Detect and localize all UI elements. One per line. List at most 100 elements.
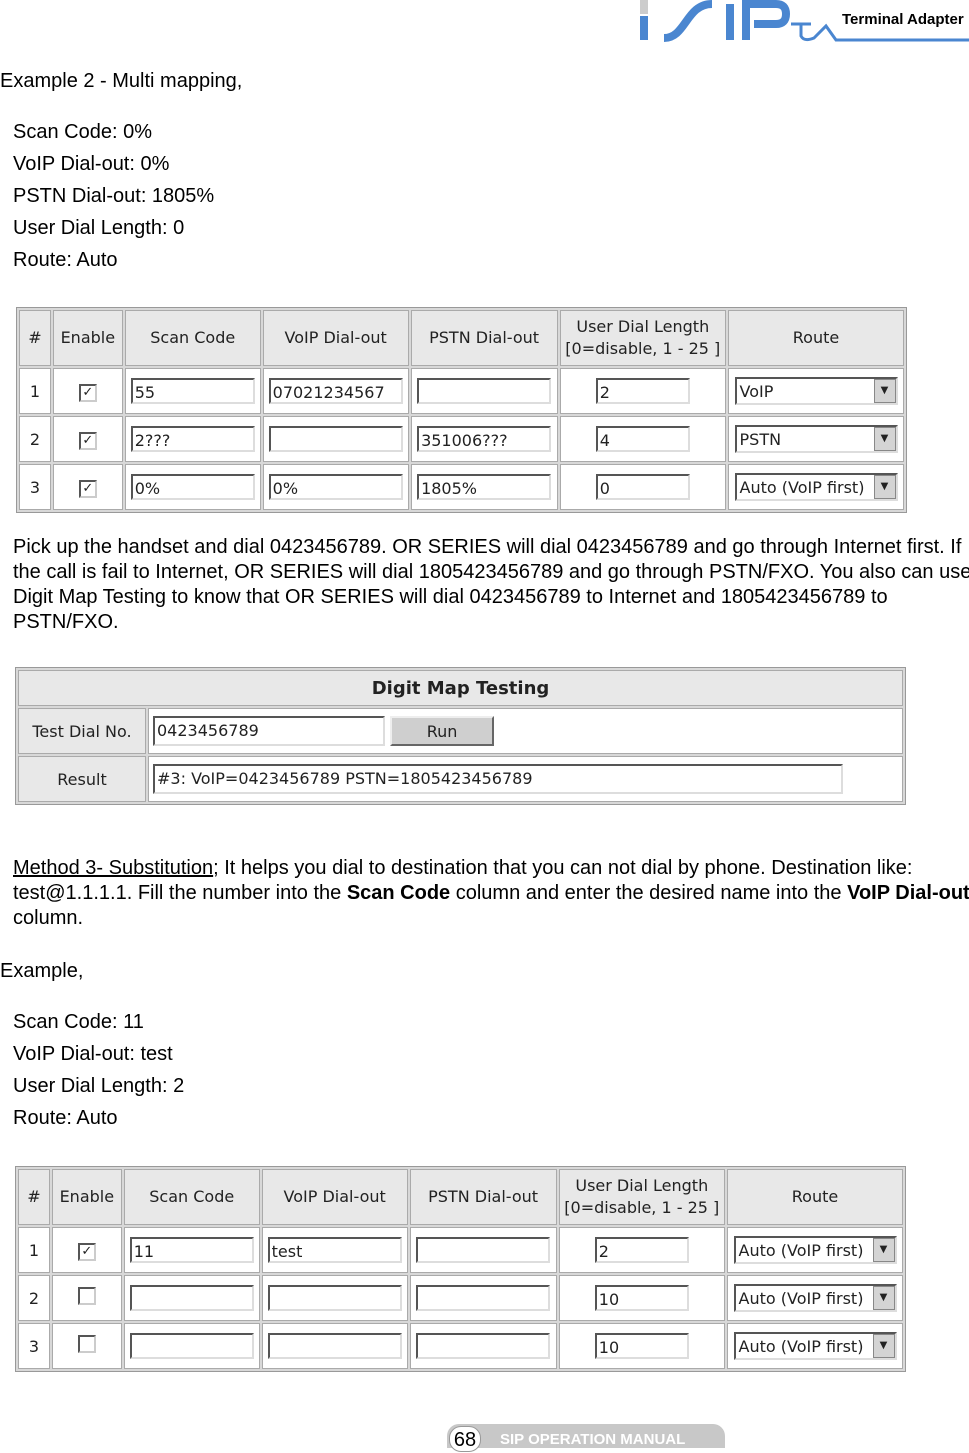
setting: Scan Code: 11 — [13, 1011, 144, 1033]
pstn-dialout-input[interactable]: 351006??? — [417, 426, 552, 452]
product-name: Terminal Adapter — [842, 11, 964, 28]
bold-term: VoIP Dial-out — [847, 882, 969, 904]
setting: Route: Auto — [13, 1107, 118, 1129]
pstn-dialout-input[interactable] — [416, 1333, 551, 1359]
digit-map-table-1: # Enable Scan Code VoIP Dial-out PSTN Dial-o… — [16, 307, 907, 513]
setting: Scan Code: 0% — [13, 121, 152, 143]
page-number: 68 — [449, 1426, 481, 1452]
text: column. — [13, 907, 84, 929]
column-header: VoIP Dial-out — [261, 1169, 408, 1225]
column-header: PSTN Dial-out — [409, 1169, 557, 1225]
route-select[interactable]: PSTN ▼ — [734, 425, 898, 453]
route-value: Auto (VoIP first) — [738, 1240, 864, 1260]
pstn-dialout-input[interactable] — [417, 378, 552, 404]
column-header: Enable — [52, 310, 123, 366]
scan-code-input[interactable]: 55 — [130, 378, 255, 404]
route-value: Auto (VoIP first) — [739, 477, 865, 497]
example2-title: Example 2 - Multi mapping, — [0, 70, 243, 92]
column-header: Scan Code — [123, 1169, 260, 1225]
column-header: VoIP Dial-out — [262, 310, 409, 366]
run-button[interactable]: Run — [390, 716, 495, 746]
method3-paragraph: Method 3- Substitution; It helps you dia… — [13, 856, 969, 931]
column-header: User Dial Length [0=disable, 1 - 25 ] — [559, 310, 727, 366]
row-number: 1 — [18, 1227, 50, 1273]
digit-map-table-2: # Enable Scan Code VoIP Dial-out PSTN Dial-o… — [15, 1166, 906, 1372]
route-select[interactable]: VoIP ▼ — [734, 377, 898, 405]
user-dial-length-input[interactable]: 2 — [595, 378, 690, 404]
voip-dialout-input[interactable] — [268, 426, 403, 452]
route-select[interactable]: Auto (VoIP first) ▼ — [733, 1284, 897, 1312]
column-header: Enable — [51, 1169, 122, 1225]
row-number: 2 — [18, 1275, 50, 1321]
test-dial-input[interactable]: 0423456789 — [153, 716, 385, 746]
voip-dialout-input[interactable]: test — [267, 1237, 402, 1263]
user-dial-length-input[interactable]: 0 — [595, 474, 690, 500]
chevron-down-icon: ▼ — [872, 1238, 895, 1262]
table-row: 3 ✓ 0% 0% 1805% 0 Auto (VoIP first) ▼ — [19, 464, 904, 510]
route-select[interactable]: Auto (VoIP first) ▼ — [733, 1236, 897, 1264]
table-row: 3 10 Auto (VoIP first) ▼ — [18, 1323, 903, 1369]
voip-dialout-input[interactable] — [267, 1285, 402, 1311]
route-value: Auto (VoIP first) — [738, 1336, 864, 1356]
table-row: 2 ✓ 2??? 351006??? 4 PSTN ▼ — [19, 416, 904, 462]
table-row: 2 10 Auto (VoIP first) ▼ — [18, 1275, 903, 1321]
method3-link: Method 3- Substitution — [13, 857, 214, 879]
result-label: Result — [18, 756, 146, 802]
scan-code-input[interactable]: 11 — [129, 1237, 254, 1263]
route-value: Auto (VoIP first) — [738, 1288, 864, 1308]
column-header: # — [18, 1169, 50, 1225]
example3-title: Example, — [0, 960, 84, 982]
column-header: Route — [727, 1169, 903, 1225]
scan-code-input[interactable] — [129, 1285, 254, 1311]
pstn-dialout-input[interactable]: 1805% — [417, 474, 552, 500]
column-header: User Dial Length [0=disable, 1 - 25 ] — [558, 1169, 726, 1225]
row-number: 3 — [18, 1323, 50, 1369]
scan-code-input[interactable] — [129, 1333, 254, 1359]
setting: PSTN Dial-out: 1805% — [13, 185, 215, 207]
chevron-down-icon: ▼ — [873, 475, 896, 499]
setting: VoIP Dial-out: test — [13, 1043, 173, 1065]
text: column and enter the desired name into t… — [450, 882, 848, 904]
digit-map-testing-panel: Digit Map Testing Test Dial No. 04234567… — [15, 667, 906, 805]
user-dial-length-input[interactable]: 10 — [594, 1285, 689, 1311]
table-row: 1 ✓ 55 07021234567 2 VoIP ▼ — [19, 368, 904, 414]
description-paragraph: Pick up the handset and dial 0423456789.… — [13, 536, 969, 633]
result-field[interactable]: #3: VoIP=0423456789 PSTN=1805423456789 — [153, 764, 843, 794]
route-select[interactable]: Auto (VoIP first) ▼ — [733, 1332, 897, 1360]
voip-dialout-input[interactable]: 07021234567 — [268, 378, 403, 404]
enable-checkbox[interactable] — [77, 1335, 96, 1353]
enable-checkbox[interactable]: ✓ — [78, 479, 97, 498]
row-number: 3 — [19, 464, 51, 510]
digit-map-testing-title: Digit Map Testing — [18, 670, 903, 706]
column-header: PSTN Dial-out — [410, 310, 558, 366]
route-select[interactable]: Auto (VoIP first) ▼ — [734, 473, 898, 501]
user-dial-length-input[interactable]: 2 — [594, 1237, 689, 1263]
chevron-down-icon: ▼ — [872, 1334, 895, 1358]
table-row: 1 ✓ 11 test 2 Auto (VoIP first) ▼ — [18, 1227, 903, 1273]
enable-checkbox[interactable]: ✓ — [77, 1242, 96, 1261]
test-dial-label: Test Dial No. — [18, 708, 146, 754]
setting: Route: Auto — [13, 249, 118, 271]
enable-checkbox[interactable]: ✓ — [78, 383, 97, 402]
bold-term: Scan Code — [346, 882, 451, 904]
setting: User Dial Length: 2 — [13, 1075, 185, 1097]
voip-dialout-input[interactable]: 0% — [268, 474, 403, 500]
scan-code-input[interactable]: 0% — [130, 474, 255, 500]
route-value: PSTN — [739, 429, 782, 449]
user-dial-length-input[interactable]: 10 — [594, 1333, 689, 1359]
scan-code-input[interactable]: 2??? — [130, 426, 255, 452]
pstn-dialout-input[interactable] — [416, 1237, 551, 1263]
setting: VoIP Dial-out: 0% — [13, 153, 170, 175]
enable-checkbox[interactable]: ✓ — [78, 431, 97, 450]
voip-dialout-input[interactable] — [267, 1333, 402, 1359]
user-dial-length-input[interactable]: 4 — [595, 426, 690, 452]
column-header: Scan Code — [124, 310, 261, 366]
column-header: # — [19, 310, 51, 366]
setting: User Dial Length: 0 — [13, 217, 185, 239]
row-number: 1 — [19, 368, 51, 414]
chevron-down-icon: ▼ — [872, 1286, 895, 1310]
pstn-dialout-input[interactable] — [416, 1285, 551, 1311]
enable-checkbox[interactable] — [77, 1287, 96, 1305]
example2-settings: Scan Code: 0% VoIP Dial-out: 0% PSTN Dia… — [13, 116, 214, 276]
manual-title: SIP OPERATION MANUAL — [500, 1431, 686, 1448]
